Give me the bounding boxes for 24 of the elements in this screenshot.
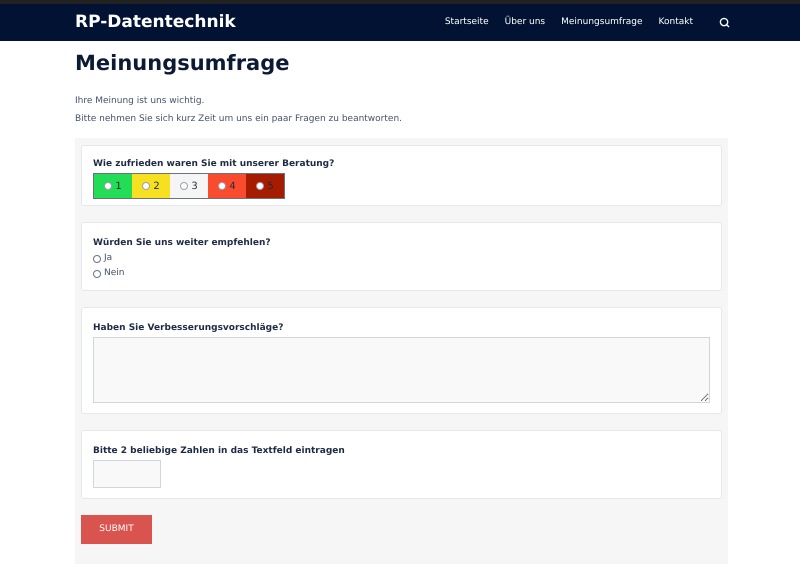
brand-logo[interactable]: RP-Datentechnik <box>75 10 236 36</box>
intro-text: Ihre Meinung ist uns wichtig. <box>75 95 206 108</box>
radio-button[interactable] <box>93 270 101 278</box>
nav-link[interactable]: Kontakt <box>658 16 693 30</box>
suggestions-field[interactable] <box>93 337 710 403</box>
number-field[interactable] <box>93 460 161 488</box>
intro-text: Bitte nehmen Sie sich kurz Zeit um uns ein paar Fragen zu beantworten. <box>75 112 404 126</box>
option-label: Ja <box>104 252 112 265</box>
option-label: Nein <box>104 267 124 280</box>
nav-link[interactable]: Startseite <box>444 16 489 30</box>
page-title: Meinungsumfrage <box>75 50 290 77</box>
rating-option[interactable]: 1 <box>94 174 132 198</box>
question-label: Wie zufrieden waren Sie mit unserer Beratung? <box>93 158 336 170</box>
rating-option[interactable]: 4 <box>208 174 246 198</box>
nav-link[interactable]: Über uns <box>504 16 546 30</box>
search-icon[interactable] <box>719 17 730 28</box>
rating-option[interactable]: 3 <box>170 174 208 198</box>
question-label: Bitte 2 beliebige Zahlen in das Textfeld eintragen <box>93 445 346 457</box>
submit-button[interactable]: SUBMIT <box>81 515 152 544</box>
question-label: Würden Sie uns weiter empfehlen? <box>93 237 272 249</box>
question-label: Haben Sie Verbesserungsvorschläge? <box>93 322 284 334</box>
radio-button[interactable] <box>93 254 101 262</box>
rating-option[interactable]: 2 <box>132 174 170 198</box>
nav-link[interactable]: Meinungsumfrage <box>561 16 643 30</box>
